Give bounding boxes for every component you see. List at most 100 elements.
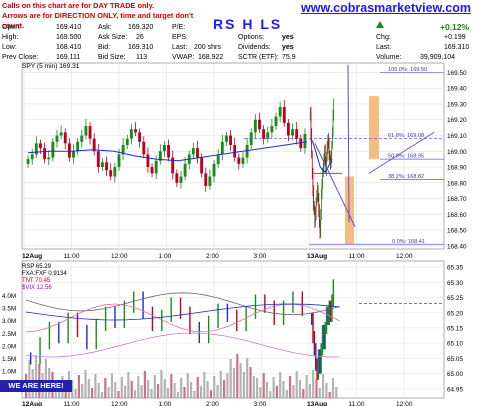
main-panel-frame: [21, 62, 445, 250]
main-x-tick-label: 12:00: [396, 253, 413, 260]
candle-body: [212, 163, 216, 177]
candle-body: [88, 126, 92, 139]
rsi-legend-rsp: RSP 65.29: [22, 264, 52, 270]
volume-bar: [292, 385, 295, 398]
main-y-tick-label: 168.90: [447, 165, 467, 172]
volume-bar: [272, 377, 275, 398]
candle-body: [216, 154, 220, 164]
candle-body: [72, 151, 75, 158]
main-x-tick-label: 12Aug: [22, 253, 42, 260]
volume-bar: [193, 391, 196, 398]
lower-x-tick-label: 3:00: [254, 401, 267, 406]
volume-bar: [160, 370, 163, 398]
candle-body: [237, 157, 241, 164]
candle-body: [258, 119, 261, 130]
candle-body: [266, 132, 270, 139]
candle-body: [282, 107, 286, 123]
volume-bar: [213, 376, 216, 398]
volume-bar: [104, 378, 107, 398]
volume-bar: [137, 376, 140, 398]
volume-bar: [335, 387, 338, 398]
main-y-tick-label: 169.30: [447, 101, 467, 108]
candle-body: [63, 132, 67, 144]
rsi-legend-fxa: FXA:FXF 0.9134: [22, 271, 67, 277]
candle-body: [142, 141, 146, 155]
volume-bar: [246, 358, 249, 398]
volume-bar: [114, 382, 117, 398]
volume-bar: [186, 373, 189, 398]
volume-bar: [166, 388, 170, 398]
candle-body: [200, 157, 204, 174]
main-y-tick-label: 169.00: [447, 149, 467, 156]
fib-level-label: 100.0%: 169.50: [388, 67, 427, 73]
candle-body: [138, 132, 142, 142]
volume-bar: [282, 381, 285, 398]
candle-body: [101, 162, 104, 168]
candle-body: [96, 151, 100, 168]
volume-bar: [242, 372, 245, 398]
volume-bar: [295, 371, 298, 398]
volume-bar: [170, 374, 173, 398]
fib-level-label: 38.2%: 168.82: [388, 174, 424, 180]
candle-body: [125, 138, 129, 145]
volume-bar: [44, 359, 47, 398]
candle-body: [55, 135, 59, 142]
lower-y-tick-label: 65.35: [447, 265, 463, 272]
candle-body: [59, 132, 63, 136]
volume-bar: [147, 380, 150, 398]
volume-bar: [331, 378, 335, 398]
candle-body: [51, 141, 55, 158]
volume-bar: [130, 381, 133, 398]
volume-bar: [124, 386, 127, 398]
candle-body: [109, 170, 113, 177]
volume-bar: [84, 370, 87, 398]
volume-bar: [183, 387, 186, 398]
volume-bar: [305, 375, 308, 398]
volume-bar: [150, 389, 153, 398]
volume-bar: [100, 392, 104, 398]
volume-bar: [249, 367, 252, 398]
lower-x-tick-label: 11:00: [349, 401, 365, 406]
volume-bar: [143, 371, 146, 398]
lower-y-tick-label: 65.10: [447, 341, 463, 348]
lower-x-tick-label: 12:00: [396, 401, 413, 406]
volume-bar: [91, 388, 94, 398]
volume-tick-label: 1.0M: [2, 369, 16, 376]
volume-bar: [279, 372, 282, 398]
main-y-tick-label: 168.80: [447, 180, 467, 187]
volume-bar: [275, 386, 278, 398]
main-y-tick-label: 168.70: [447, 196, 467, 203]
volume-bar: [153, 375, 156, 398]
main-x-tick-label: 13Aug: [307, 253, 327, 260]
volume-bar: [209, 390, 212, 398]
candle-body: [26, 159, 30, 164]
volume-bar: [97, 383, 100, 398]
lower-y-tick-label: 65.15: [447, 325, 463, 332]
volume-bar: [180, 378, 183, 398]
candle-body: [146, 154, 150, 168]
candle-body: [105, 162, 109, 171]
volume-bar: [140, 385, 143, 398]
candle-body: [167, 144, 171, 158]
volume-bar: [216, 385, 219, 398]
price-chart: 100.0%: 169.50 61.8%: 169.08 50.0%: 168.95…: [2, 62, 467, 406]
lower-x-tick-label: 12Aug: [22, 401, 42, 406]
volume-bar: [77, 375, 80, 398]
volume-bar: [196, 377, 199, 398]
volume-bar: [328, 392, 331, 398]
fib-level-label: 61.8%: 169.08: [388, 133, 424, 139]
candle-body: [162, 144, 166, 152]
candle-body: [253, 119, 257, 133]
candle-body: [278, 107, 282, 117]
main-legend: SPY (5 min) 169.31: [22, 63, 80, 70]
volume-bar: [157, 384, 160, 398]
main-x-tick-label: 11:00: [64, 253, 80, 260]
volume-bar: [322, 374, 325, 398]
candle-body: [224, 135, 228, 142]
lower-y-tick-label: 65.30: [447, 280, 463, 287]
main-y-tick-label: 169.10: [447, 133, 467, 140]
volume-bar: [269, 391, 272, 398]
candle-body: [76, 141, 80, 152]
volume-bar: [252, 376, 255, 398]
volume-bar: [262, 373, 265, 398]
